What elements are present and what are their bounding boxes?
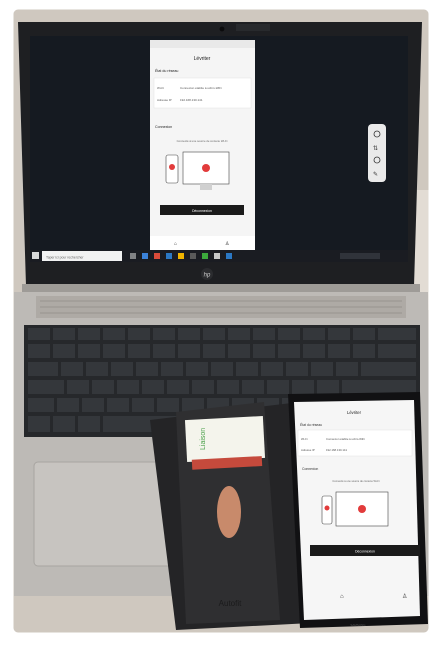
phone-address-label: Adresse IP bbox=[301, 448, 315, 452]
webcam bbox=[219, 26, 225, 32]
phone-disconnect-label: Déconnexion bbox=[355, 550, 375, 554]
wallet-brand: Autofit bbox=[219, 599, 242, 608]
mirror-address-label: Adresse IP bbox=[157, 98, 172, 102]
windows-taskbar: Taper ici pour rechercher bbox=[30, 250, 408, 262]
mirror-wifi-label: Wi-Fi bbox=[157, 86, 164, 90]
mirror-window: Lévriter État du réseau Wi-Fi Connexion … bbox=[150, 40, 255, 250]
mirror-connect-hint: Connecté à une source de contenu Wi-Fi bbox=[177, 139, 228, 143]
mirror-section-status: État du réseau bbox=[155, 68, 178, 73]
mirror-side-toolbar[interactable]: ⇅ ✎ bbox=[368, 124, 386, 182]
windows-start-icon[interactable] bbox=[32, 252, 39, 259]
laptop-display: Lévriter État du réseau Wi-Fi Connexion … bbox=[18, 22, 422, 286]
photo-frame: Lévriter État du réseau Wi-Fi Connexion … bbox=[0, 0, 441, 644]
hp-logo-text: hp bbox=[204, 273, 211, 279]
mirror-app-title: Lévriter bbox=[194, 56, 211, 62]
mirror-disconnect-label: Déconnexion bbox=[192, 209, 212, 213]
mirror-connection-section: Connexion bbox=[155, 125, 172, 129]
phone-section-status: État du réseau bbox=[300, 422, 322, 427]
phone-home-icon[interactable]: ⌂ bbox=[340, 594, 344, 600]
swap-icon[interactable]: ⇅ bbox=[373, 146, 378, 152]
phone-wifi-value: Connexion établie à ucbrs-WiFi bbox=[326, 437, 365, 441]
mirror-address-value: 192.168.130.141 bbox=[180, 98, 203, 102]
photo-svg: Lévriter État du réseau Wi-Fi Connexion … bbox=[0, 0, 441, 644]
taskbar-search-placeholder: Taper ici pour rechercher bbox=[46, 256, 84, 260]
card-text: Liaison bbox=[200, 428, 207, 450]
mirror-person-icon: ♙ bbox=[225, 241, 229, 247]
wallet-cutout bbox=[217, 486, 241, 538]
phone-address-value: 192.168.130.141 bbox=[326, 448, 347, 452]
mirror-wifi-value: Connexion établie à ucbrs-WiFi bbox=[180, 86, 222, 90]
phone-person-icon[interactable]: ♙ bbox=[402, 593, 407, 600]
phone-brand-logo: SAMSUNG bbox=[350, 623, 366, 627]
phone-app-title: Lévriter bbox=[347, 410, 362, 415]
phone-wifi-label: Wi-Fi bbox=[301, 437, 308, 441]
smartphone: Lévriter État du réseau Wi-Fi Connexion … bbox=[288, 392, 428, 628]
mirror-home-icon: ⌂ bbox=[174, 241, 177, 247]
pen-icon[interactable]: ✎ bbox=[373, 171, 378, 178]
loyalty-card bbox=[184, 415, 266, 463]
phone-connect-hint: Connecté à une source de contenu Wi-Fi bbox=[332, 479, 380, 483]
phone-connection-section: Connexion bbox=[302, 467, 318, 471]
